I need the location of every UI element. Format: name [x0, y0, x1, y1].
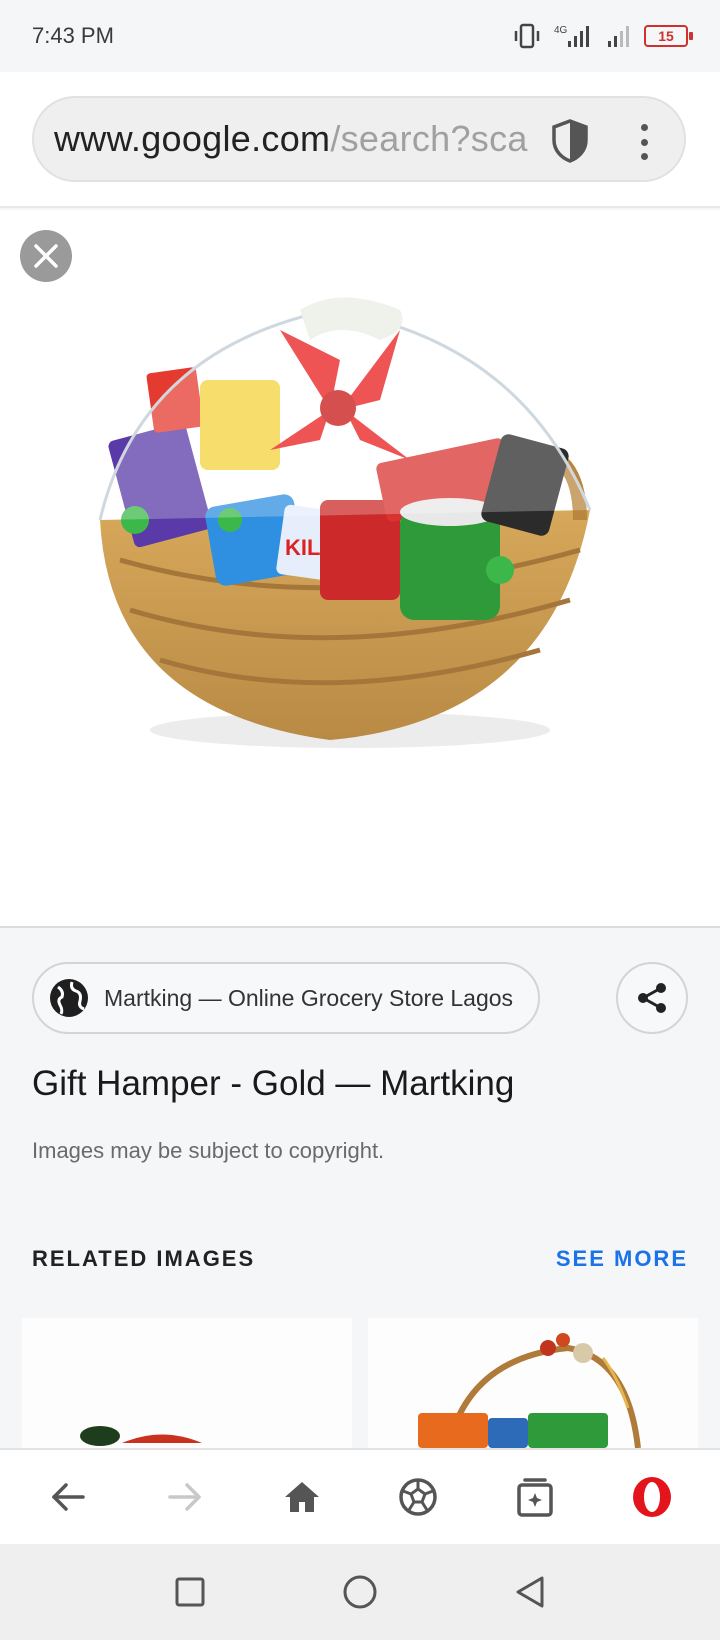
vibrate-icon: [514, 23, 540, 49]
related-image-thumbnail[interactable]: [22, 1318, 352, 1448]
related-images-heading: RELATED IMAGES: [32, 1246, 256, 1271]
see-more-link[interactable]: SEE MORE: [556, 1246, 688, 1272]
tabs-button[interactable]: [505, 1467, 565, 1527]
image-title: Gift Hamper - Gold — Martking: [32, 1064, 515, 1103]
url-path: /search?sca: [330, 118, 528, 159]
recents-icon: [175, 1577, 205, 1607]
opera-icon: [632, 1477, 671, 1517]
url-text[interactable]: www.google.com/search?sca: [54, 118, 534, 160]
battery-level: 15: [658, 28, 674, 44]
battery-icon: 15: [644, 25, 693, 47]
copyright-notice: Images may be subject to copyright.: [32, 1138, 385, 1163]
source-name: Martking — Online Grocery Store Lagos: [104, 984, 514, 1011]
system-back-button[interactable]: [510, 1572, 550, 1612]
svg-text:4G: 4G: [554, 25, 568, 36]
screen: 7:43 PM 4G 15 www.google.com/search?sca …: [0, 0, 720, 1640]
status-bar: 7:43 PM 4G 15: [0, 0, 720, 72]
browser-toolbar: [0, 1448, 720, 1544]
related-image-1: [80, 1426, 202, 1446]
forward-button[interactable]: [155, 1467, 215, 1527]
back-button[interactable]: [38, 1467, 98, 1527]
sports-button[interactable]: [388, 1467, 448, 1527]
svg-text:KIL: KIL: [285, 535, 320, 560]
related-image-2: [418, 1333, 641, 1448]
system-home-button[interactable]: [340, 1572, 380, 1612]
recents-button[interactable]: [170, 1572, 210, 1612]
image-viewer: KIL: [0, 210, 720, 928]
home-button[interactable]: [272, 1467, 332, 1527]
related-image-thumbnail[interactable]: [368, 1318, 698, 1448]
url-domain: www.google.com: [54, 118, 331, 159]
address-bar[interactable]: www.google.com/search?sca: [32, 96, 686, 182]
close-icon: [34, 244, 58, 268]
tabs-icon: [517, 1478, 553, 1517]
globe-icon: [50, 979, 88, 1017]
gift-hamper-image[interactable]: KIL: [80, 290, 620, 770]
home-icon: [284, 1482, 319, 1512]
share-icon: [638, 983, 666, 1013]
back-triangle-icon: [516, 1576, 544, 1608]
more-options-icon[interactable]: [636, 124, 652, 160]
back-arrow-icon: [52, 1483, 86, 1511]
signal-4g-icon: 4G: [554, 25, 589, 47]
close-button[interactable]: [20, 230, 72, 282]
shield-icon[interactable]: [550, 118, 590, 164]
status-time: 7:43 PM: [32, 23, 114, 48]
opera-menu-button[interactable]: [622, 1467, 682, 1527]
home-circle-icon: [343, 1575, 377, 1609]
system-navigation-bar: [0, 1544, 720, 1640]
address-bar-area: www.google.com/search?sca: [0, 72, 720, 208]
status-icons: 4G 15: [512, 23, 693, 49]
forward-arrow-icon: [168, 1483, 201, 1511]
share-button[interactable]: [616, 962, 688, 1034]
signal-icon: [608, 26, 629, 47]
soccer-ball-icon: [399, 1478, 438, 1516]
source-link[interactable]: Martking — Online Grocery Store Lagos: [32, 962, 540, 1034]
